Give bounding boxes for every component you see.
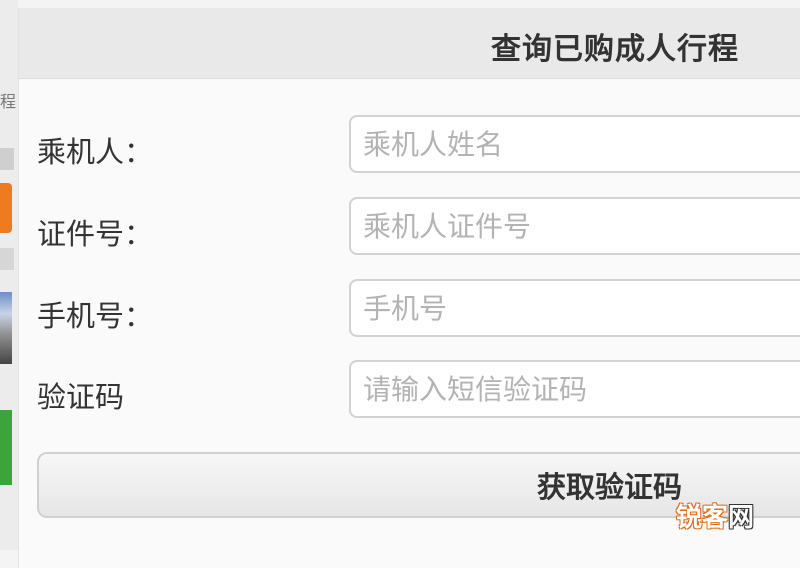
background-thumbnail [0,292,12,364]
sms-code-label: 验证码 [37,380,125,414]
sms-code-input[interactable] [349,360,800,418]
site-watermark: 锐客网 [676,497,754,534]
id-number-input[interactable] [349,197,800,255]
id-number-label: 证件号： [37,217,154,251]
watermark-text-a: 锐客 [675,503,728,533]
background-green-button[interactable] [0,410,12,485]
dialog-header: 查询已购成人行程 [19,8,800,79]
background-page-strip: 程 [0,0,18,550]
watermark-text-b: 网 [727,503,754,533]
passenger-name-input[interactable] [349,115,800,173]
form-row-id-number: 证件号： [19,197,800,259]
phone-input[interactable] [349,279,800,337]
form-row-passenger: 乘机人： [19,115,800,177]
passenger-label: 乘机人： [37,135,154,169]
background-gray-block [0,248,14,270]
query-trip-dialog: 查询已购成人行程 乘机人： 证件号： 手机号： 验证码 获取验证码 [18,8,800,568]
background-gray-block [0,148,14,170]
form-row-phone: 手机号： [19,279,800,341]
form-row-sms-code: 验证码 [19,360,800,422]
dialog-title: 查询已购成人行程 [491,32,739,67]
background-page-text: 程 [0,92,17,111]
phone-label: 手机号： [37,299,154,333]
background-orange-button[interactable] [0,183,12,233]
